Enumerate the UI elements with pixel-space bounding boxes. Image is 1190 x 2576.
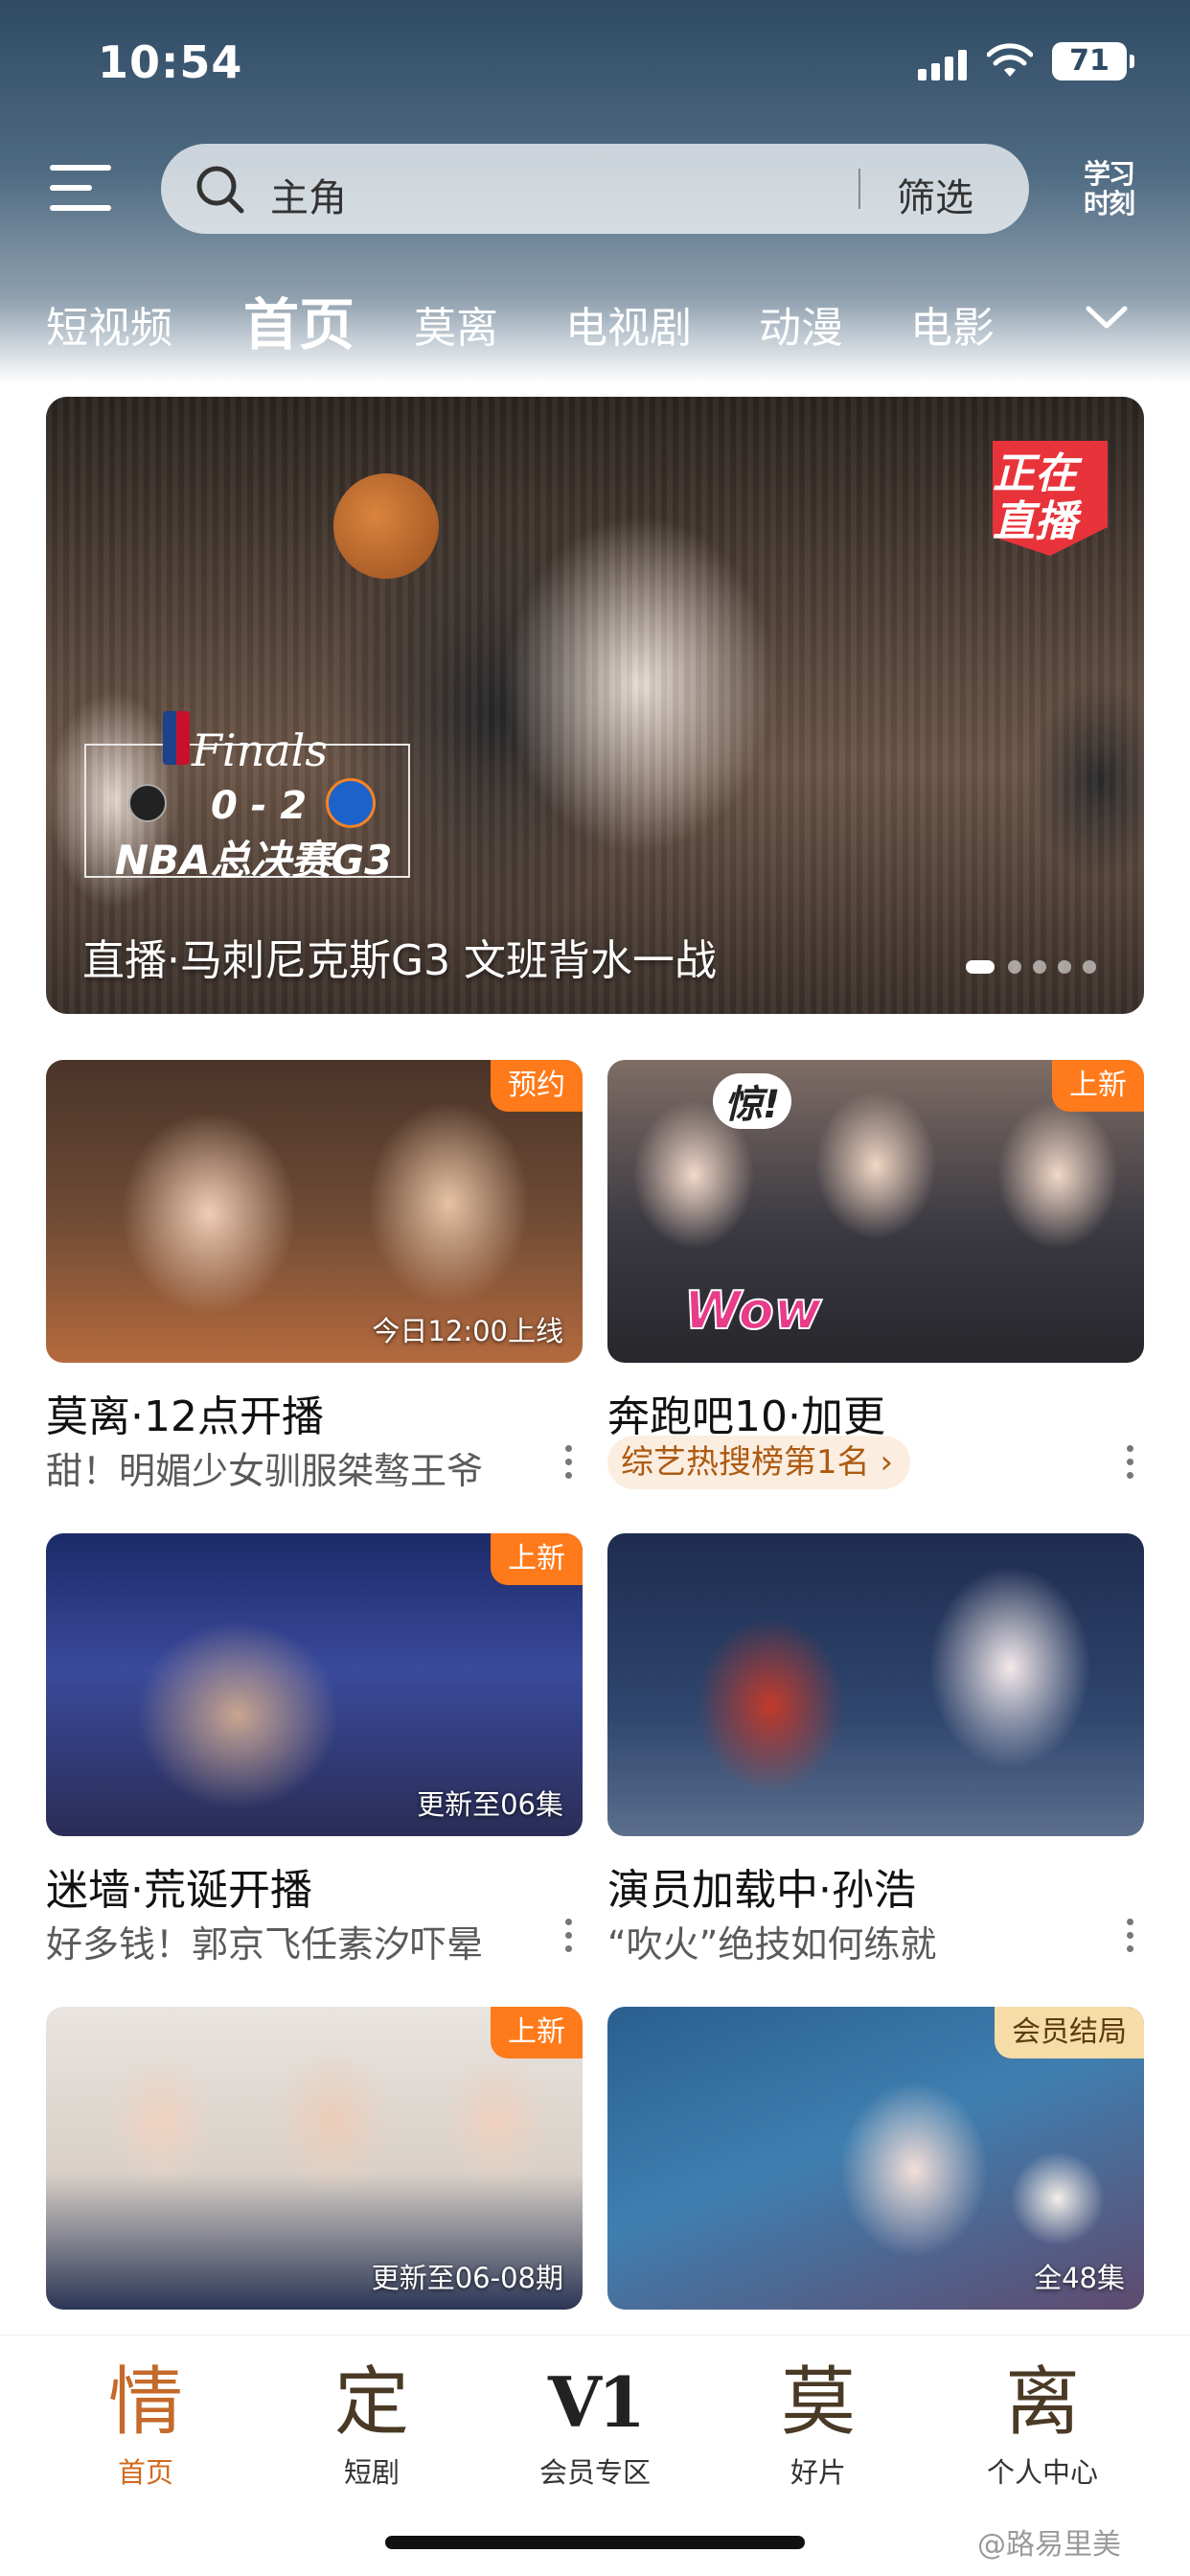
chevron-down-icon[interactable] <box>1083 293 1131 341</box>
study-label-line2: 时刻 <box>1083 188 1135 219</box>
study-label-line1: 学习 <box>1083 158 1135 190</box>
nav-home[interactable]: 情 首页 <box>69 2357 222 2491</box>
finals-title: Finals <box>192 724 328 776</box>
cellular-signal-icon <box>918 50 968 80</box>
status-badge: 预约 <box>491 1060 583 1112</box>
nav-label: 个人中心 <box>986 2456 1098 2489</box>
tab-moli[interactable]: 莫离 <box>414 293 498 355</box>
more-options-icon[interactable] <box>1125 1917 1134 1955</box>
video-card[interactable]: 会员结局 全48集 <box>607 2007 1144 2310</box>
nav-short-drama[interactable]: 定 短剧 <box>295 2357 448 2491</box>
card-thumbnail[interactable]: 会员结局 全48集 <box>607 2007 1144 2310</box>
finals-logo-box: Finals 0 - 2 NBA总决赛G3 <box>84 711 410 884</box>
nav-label: 短剧 <box>343 2456 400 2489</box>
card-thumbnail[interactable]: 惊! Wow 上新 <box>607 1060 1144 1363</box>
card-title[interactable]: 演员加载中·孙浩 <box>607 1855 916 1917</box>
card-title[interactable]: 莫离·12点开播 <box>46 1382 324 1443</box>
video-card[interactable]: 惊! Wow 上新 奔跑吧10·加更 综艺热搜榜第1名 › <box>607 1060 1144 1489</box>
episode-info: 更新至06-08期 <box>371 2262 563 2294</box>
finals-score: 0 - 2 <box>211 784 308 828</box>
carousel-dot[interactable] <box>1033 960 1046 974</box>
card-thumbnail[interactable] <box>607 1533 1144 1836</box>
video-card[interactable]: 演员加载中·孙浩 “吹火”绝技如何练就 <box>607 1533 1144 1966</box>
tab-anime[interactable]: 动漫 <box>759 293 843 355</box>
hero-caption: 直播·马刺尼克斯G3 文班背水一战 <box>82 936 718 985</box>
vip-icon: V1 <box>548 2361 646 2443</box>
search-bar[interactable]: 主角 筛选 <box>161 144 1029 234</box>
carousel-dot[interactable] <box>1083 960 1096 974</box>
filter-button[interactable]: 筛选 <box>897 167 973 222</box>
home-icon: 情 <box>107 2359 183 2446</box>
search-divider <box>858 169 860 209</box>
status-bar: 10:54 71 <box>0 0 1190 134</box>
episode-info: 今日12:00上线 <box>372 1315 563 1347</box>
card-thumbnail[interactable]: 上新 更新至06集 <box>46 1533 583 1836</box>
spurs-logo-icon <box>128 784 167 822</box>
card-title[interactable]: 迷墙·荒诞开播 <box>46 1855 312 1917</box>
episode-info: 全48集 <box>1034 2262 1125 2294</box>
card-subtitle: 甜！明媚少女驯服桀骜王爷 <box>46 1450 484 1492</box>
nav-label: 好片 <box>790 2456 846 2489</box>
profile-icon: 离 <box>1004 2359 1080 2446</box>
status-badge: 上新 <box>1052 1060 1144 1112</box>
short-drama-icon: 定 <box>333 2359 409 2446</box>
nav-vip-zone[interactable]: V1 会员专区 <box>518 2357 672 2491</box>
hero-banner[interactable]: 正在 直播 Finals 0 - 2 NBA总决赛G3 直播·马刺尼克斯G3 文… <box>46 397 1144 1014</box>
nav-label: 首页 <box>117 2456 173 2489</box>
video-card[interactable]: 预约 今日12:00上线 莫离·12点开播 甜！明媚少女驯服桀骜王爷 <box>46 1060 583 1492</box>
status-badge: 上新 <box>491 2007 583 2058</box>
card-thumbnail[interactable]: 预约 今日12:00上线 <box>46 1060 583 1363</box>
home-indicator[interactable] <box>385 2536 805 2549</box>
video-card[interactable]: 上新 更新至06集 迷墙·荒诞开播 好多钱！郭京飞任素汐吓晕 <box>46 1533 583 1966</box>
vip-badge: 会员结局 <box>995 2007 1144 2058</box>
menu-icon[interactable] <box>50 165 111 211</box>
knicks-logo-icon <box>326 778 376 828</box>
watermark: @路易里美 <box>977 2528 1121 2562</box>
wifi-icon <box>987 43 1033 77</box>
nba-logo-icon <box>163 711 190 765</box>
carousel-dot[interactable] <box>1008 960 1021 974</box>
battery-icon: 71 <box>1052 42 1134 80</box>
more-options-icon[interactable] <box>1125 1443 1134 1482</box>
search-icon <box>196 166 244 214</box>
top-header: 10:54 71 主角 筛选 学习 时刻 短视频 首页 莫离 电视剧 动漫 电影 <box>0 0 1190 383</box>
study-moment-button[interactable]: 学习 时刻 <box>1079 159 1138 222</box>
tab-short-video[interactable]: 短视频 <box>46 293 172 355</box>
category-tabs: 短视频 首页 莫离 电视剧 动漫 电影 <box>0 280 1190 357</box>
carousel-dot[interactable] <box>966 960 995 974</box>
live-label-line2: 直播 <box>993 497 1077 546</box>
thumbnail-overlay-text: 惊! <box>713 1073 792 1129</box>
nav-good-films[interactable]: 莫 好片 <box>742 2357 895 2491</box>
card-subtitle: “吹火”绝技如何练就 <box>607 1923 937 1966</box>
card-title[interactable]: 奔跑吧10·加更 <box>607 1382 885 1443</box>
finals-game: NBA总决赛G3 <box>115 837 393 884</box>
status-badge: 上新 <box>491 1533 583 1585</box>
live-badge: 正在 直播 <box>964 431 1117 565</box>
status-time: 10:54 <box>98 36 243 88</box>
carousel-dot[interactable] <box>1058 960 1071 974</box>
good-films-icon: 莫 <box>780 2359 856 2446</box>
episode-info: 更新至06集 <box>417 1788 563 1821</box>
ranking-chip[interactable]: 综艺热搜榜第1名 › <box>607 1436 911 1489</box>
carousel-dots <box>966 960 1110 979</box>
card-subtitle: 好多钱！郭京飞任素汐吓晕 <box>46 1923 484 1966</box>
more-options-icon[interactable] <box>563 1917 573 1955</box>
tab-movie[interactable]: 电影 <box>910 293 995 355</box>
thumbnail-overlay-text: Wow <box>683 1279 823 1342</box>
video-card[interactable]: 上新 更新至06-08期 <box>46 2007 583 2310</box>
basketball-image <box>333 473 439 579</box>
card-thumbnail[interactable]: 上新 更新至06-08期 <box>46 2007 583 2310</box>
nav-profile[interactable]: 离 个人中心 <box>966 2357 1119 2491</box>
search-placeholder: 主角 <box>270 176 347 220</box>
tab-home[interactable]: 首页 <box>243 280 355 360</box>
nav-label: 会员专区 <box>538 2456 651 2489</box>
live-label-line1: 正在 <box>993 449 1077 498</box>
tab-tv-series[interactable]: 电视剧 <box>565 293 692 355</box>
more-options-icon[interactable] <box>563 1443 573 1482</box>
